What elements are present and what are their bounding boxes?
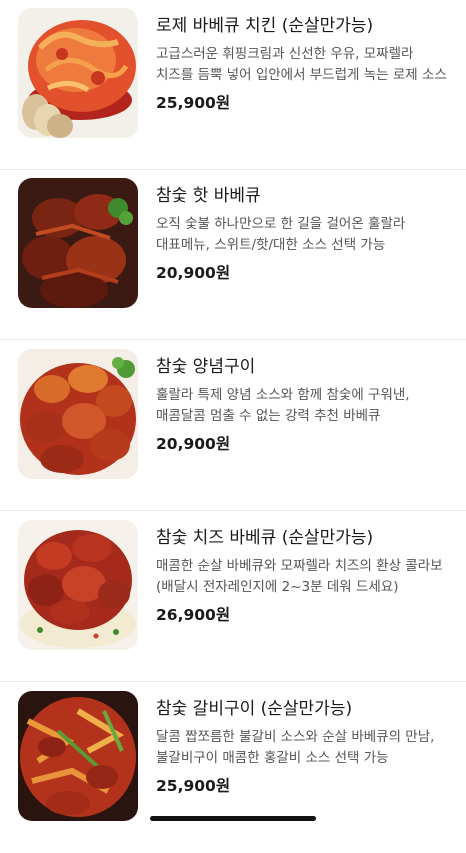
menu-item-description: 오직 숯불 하나만으로 한 길을 걸어온 훌랄라 대표메뉴, 스위트/핫/대한 … [156,216,406,253]
menu-item-info: 참숯 치즈 바베큐 (순살만가능) 매콤한 순살 바베큐와 모짜렐라 치즈의 환… [156,526,448,626]
charcoal-seasoned-grill-image [18,349,138,479]
home-indicator[interactable] [150,816,316,821]
menu-item-description: 고급스러운 휘핑크림과 신선한 우유, 모짜렐라 치즈를 듬뿍 넣어 입안에서 … [156,46,447,83]
menu-item-price: 25,900원 [156,94,231,112]
menu-item-name: 참숯 치즈 바베큐 (순살만가능) [156,528,374,548]
menu-item-image[interactable] [18,691,138,821]
menu-item-charcoal-hot-bbq[interactable]: 참숯 핫 바베큐 오직 숯불 하나만으로 한 길을 걸어온 훌랄라 대표메뉴, … [0,170,466,340]
rose-bbq-chicken-image [18,8,138,138]
menu-item-image[interactable] [18,520,138,650]
menu-item-charcoal-galbi-grill[interactable]: 참숯 갈비구이 (순살만가능) 달콤 짭쪼름한 불갈비 소스와 순살 바베큐의 … [0,683,466,853]
menu-item-info: 참숯 핫 바베큐 오직 숯불 하나만으로 한 길을 걸어온 훌랄라 대표메뉴, … [156,184,448,284]
menu-item-price: 20,900원 [156,264,231,282]
menu-item-info: 참숯 갈비구이 (순살만가능) 달콤 짭쪼름한 불갈비 소스와 순살 바베큐의 … [156,697,448,797]
menu-item-price: 26,900원 [156,606,231,624]
menu-item-description: 훌랄라 특제 양념 소스와 함께 참숯에 구워낸, 매콤달콤 멈출 수 없는 강… [156,387,410,424]
menu-item-description: 달콤 짭쪼름한 불갈비 소스와 순살 바베큐의 만남, 불갈비구이 매콤한 홍갈… [156,729,435,766]
charcoal-cheese-bbq-image [18,520,138,650]
menu-item-name: 참숯 양념구이 [156,357,256,377]
menu-item-charcoal-cheese-bbq[interactable]: 참숯 치즈 바베큐 (순살만가능) 매콤한 순살 바베큐와 모짜렐라 치즈의 환… [0,512,466,682]
menu-item-name: 참숯 핫 바베큐 [156,186,261,206]
menu-item-image[interactable] [18,349,138,479]
menu-item-price: 25,900원 [156,777,231,795]
menu-item-info: 로제 바베큐 치킨 (순살만가능) 고급스러운 휘핑크림과 신선한 우유, 모짜… [156,14,448,114]
menu-item-image[interactable] [18,8,138,138]
charcoal-hot-bbq-image [18,178,138,308]
menu-item-info: 참숯 양념구이 훌랄라 특제 양념 소스와 함께 참숯에 구워낸, 매콤달콤 멈… [156,355,448,455]
menu-item-rose-bbq-chicken[interactable]: 로제 바베큐 치킨 (순살만가능) 고급스러운 휘핑크림과 신선한 우유, 모짜… [0,0,466,170]
menu-item-name: 참숯 갈비구이 (순살만가능) [156,699,353,719]
menu-item-image[interactable] [18,178,138,308]
charcoal-galbi-grill-image [18,691,138,821]
menu-item-name: 로제 바베큐 치킨 (순살만가능) [156,16,374,36]
menu-item-description: 매콤한 순살 바베큐와 모짜렐라 치즈의 환상 콜라보 (배달시 전자레인지에 … [156,558,443,595]
menu-item-charcoal-seasoned-grill[interactable]: 참숯 양념구이 훌랄라 특제 양념 소스와 함께 참숯에 구워낸, 매콤달콤 멈… [0,341,466,511]
menu-item-price: 20,900원 [156,435,231,453]
